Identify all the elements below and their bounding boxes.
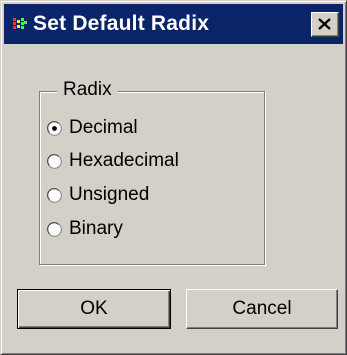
radix-group-label: Radix [57, 79, 118, 101]
radio-unchecked-icon[interactable] [47, 221, 62, 237]
close-button[interactable] [311, 12, 339, 37]
radio-label-unsigned: Unsigned [69, 184, 150, 205]
app-icon [13, 17, 27, 31]
radio-label-decimal: Decimal [69, 117, 138, 138]
radio-decimal[interactable]: Decimal [47, 115, 138, 141]
cancel-button[interactable]: Cancel [186, 289, 338, 329]
radio-hexadecimal[interactable]: Hexadecimal [47, 148, 179, 174]
radio-unsigned[interactable]: Unsigned [47, 182, 149, 208]
radio-unchecked-icon[interactable] [47, 153, 62, 169]
radio-binary[interactable]: Binary [47, 216, 123, 242]
ok-button[interactable]: OK [17, 289, 171, 329]
close-icon [318, 18, 331, 30]
radio-label-binary: Binary [69, 218, 123, 239]
set-default-radix-dialog: Set Default Radix Radix Decimal Hexadeci… [0, 0, 347, 355]
title-bar[interactable]: Set Default Radix [4, 4, 343, 44]
window-title: Set Default Radix [33, 12, 210, 35]
radio-checked-icon[interactable] [47, 120, 62, 136]
radio-label-hexadecimal: Hexadecimal [69, 150, 179, 171]
radio-unchecked-icon[interactable] [47, 187, 62, 203]
